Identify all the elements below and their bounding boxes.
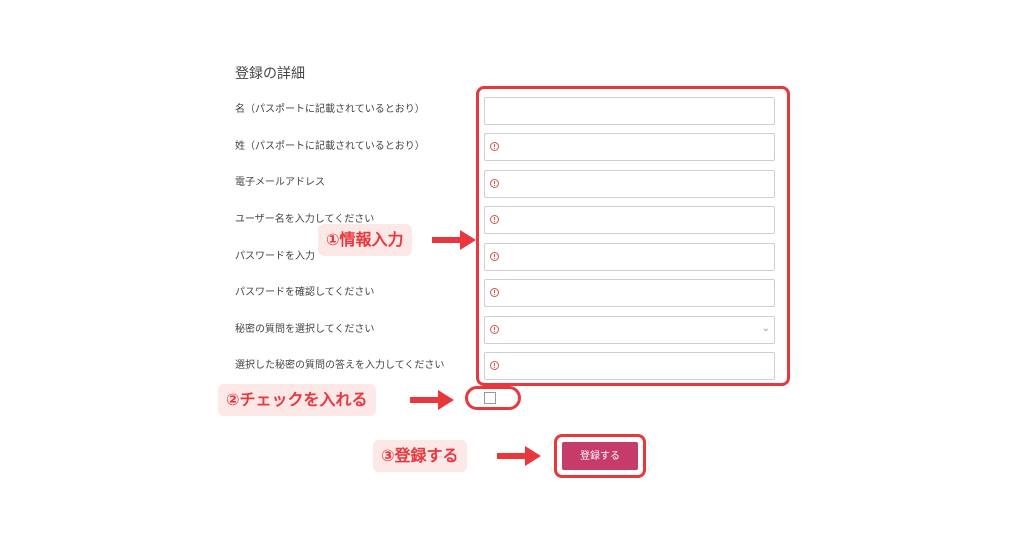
security-question-label: 秘密の質問を選択してください [235, 324, 375, 335]
annotation-step1: ①情報入力 [318, 224, 412, 256]
arrow-right-icon [432, 230, 476, 250]
email-label: 電子メールアドレス [235, 177, 325, 188]
username-label: ユーザー名を入力してください [235, 214, 375, 225]
security-answer-label: 選択した秘密の質問の答えを入力してください [235, 360, 445, 371]
register-button[interactable]: 登録する [562, 442, 638, 470]
confirm-password-label: パスワードを確認してください [235, 287, 375, 298]
arrow-right-icon [410, 390, 454, 410]
first-name-label: 名（パスポートに記載されているとおり） [235, 104, 425, 115]
form-title: 登録の詳細 [235, 66, 305, 82]
arrow-right-icon [497, 446, 541, 466]
password-label: パスワードを入力 [235, 251, 315, 262]
last-name-label: 姓（パスポートに記載されているとおり） [235, 141, 425, 152]
annotation-step2: ②チェックを入れる [218, 384, 376, 416]
fields-highlight-box [476, 86, 790, 386]
annotation-step3: ③登録する [373, 440, 467, 472]
agree-checkbox[interactable] [484, 392, 496, 404]
